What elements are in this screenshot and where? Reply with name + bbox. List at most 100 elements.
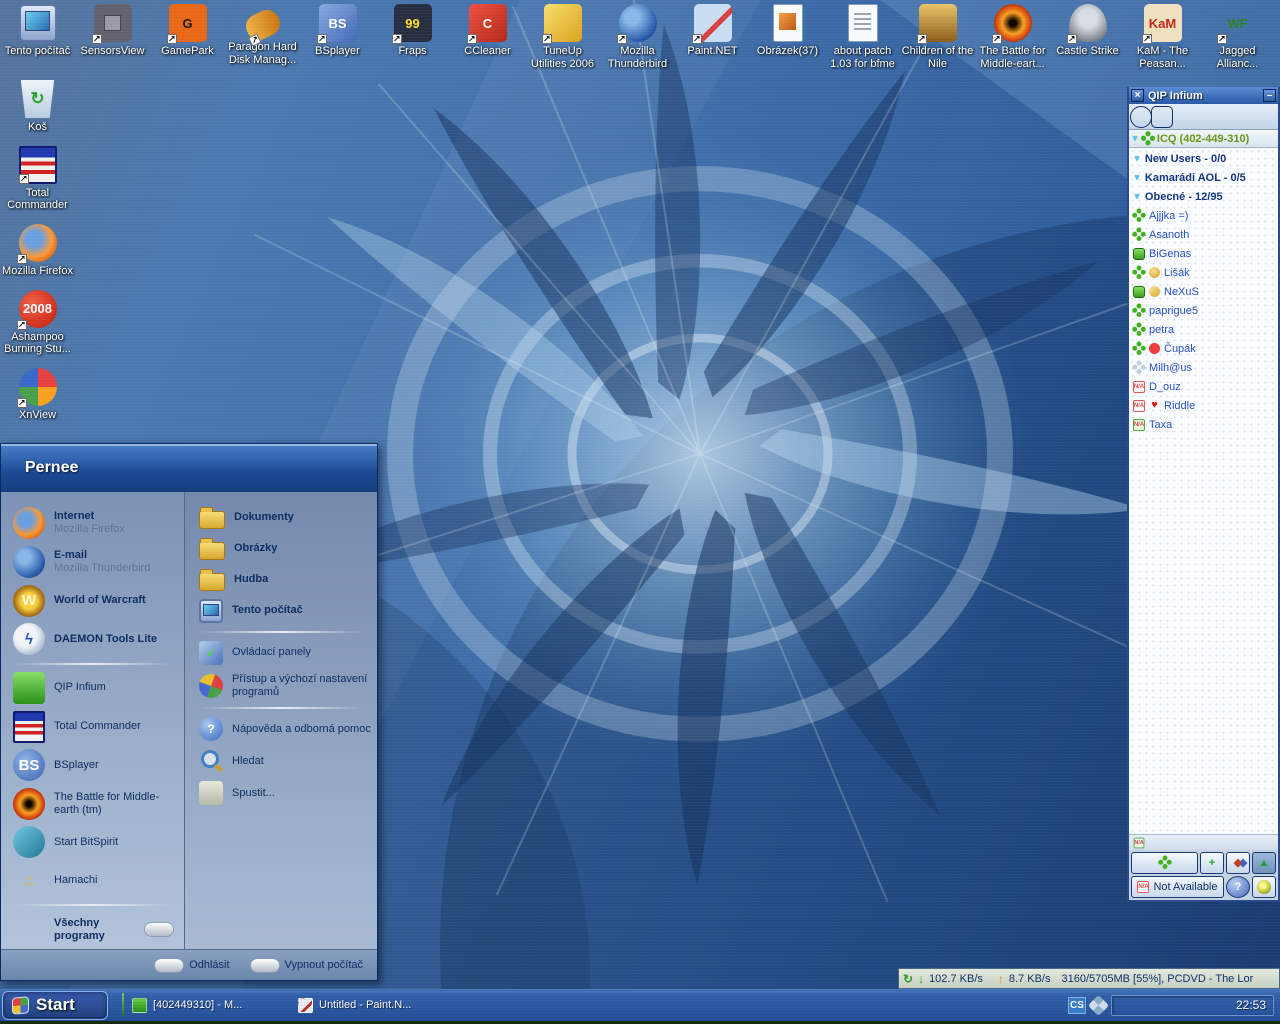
- desktop-icon[interactable]: G GamePark: [150, 4, 225, 70]
- desktop-icon[interactable]: SensorsView: [75, 4, 150, 70]
- start-menu-item[interactable]: The Battle for Middle-earth (tm): [1, 784, 184, 823]
- start-menu-item[interactable]: Všechny programy: [1, 910, 184, 949]
- start-menu-item[interactable]: Obrázky: [185, 533, 377, 564]
- qip-toolbar-icon[interactable]: [1216, 108, 1234, 126]
- tray-icon[interactable]: [1213, 998, 1228, 1013]
- desktop-icon[interactable]: The Battle for Middle-eart...: [975, 4, 1050, 70]
- start-menu-item[interactable]: W World of Warcraft: [1, 581, 184, 620]
- start-menu-item[interactable]: [199, 707, 363, 709]
- desktop-icon[interactable]: Children of the Nile: [900, 4, 975, 70]
- desktop-icon-label: Obrázek(37): [750, 45, 825, 58]
- qip-account-header[interactable]: ▼ ICQ (402-449-310): [1129, 130, 1278, 148]
- start-menu-item[interactable]: Tento počítač: [185, 595, 377, 627]
- desktop-icon[interactable]: XnView: [0, 368, 75, 422]
- upload-arrow-icon: ↑: [998, 973, 1004, 985]
- log-off-button[interactable]: Odhlásit: [154, 958, 229, 973]
- qip-contact-row[interactable]: ▼ Obecné - 12/95: [1129, 187, 1278, 206]
- tray-icon[interactable]: [1156, 998, 1171, 1013]
- start-menu-item[interactable]: ? Nápověda a odborná pomoc: [185, 713, 377, 745]
- hamachi-tray-icon[interactable]: [1088, 994, 1109, 1015]
- qip-contacts-button[interactable]: ◆: [1226, 852, 1250, 874]
- start-menu-item[interactable]: ϟ DAEMON Tools Lite: [1, 620, 184, 659]
- shut-down-button[interactable]: Vypnout počítač: [250, 958, 363, 973]
- start-menu-item[interactable]: QIP Infium: [1, 669, 184, 708]
- start-menu-item[interactable]: BS BSplayer: [1, 746, 184, 785]
- start-menu-item[interactable]: Total Commander: [1, 707, 184, 746]
- qip-contact-row[interactable]: Čupák: [1129, 339, 1278, 358]
- qip-contact-row[interactable]: Milh@us: [1129, 358, 1278, 377]
- shortcut-arrow-icon: [917, 34, 927, 44]
- taskbar-task-button[interactable]: Untitled - Paint.N...: [298, 998, 456, 1013]
- qip-contact-row[interactable]: Ajjjka =): [1129, 206, 1278, 225]
- qip-collapse-button[interactable]: ▲: [1252, 852, 1276, 874]
- qip-contact-row[interactable]: petra: [1129, 320, 1278, 339]
- start-menu-item[interactable]: ✓ Ovládací panely: [185, 637, 377, 669]
- qip-add-contact-button[interactable]: +: [1200, 852, 1224, 874]
- qip-toolbar-icon[interactable]: [1153, 108, 1171, 126]
- desktop-icon[interactable]: Mozilla Thunderbird: [600, 4, 675, 70]
- desktop-icon[interactable]: 99 Fraps: [375, 4, 450, 70]
- start-menu-item[interactable]: [15, 904, 170, 906]
- start-menu-item-label: Všechny programy: [54, 917, 135, 943]
- close-icon[interactable]: ×: [1131, 89, 1144, 102]
- desktop-icon[interactable]: Mozilla Firefox: [0, 224, 75, 278]
- desktop-icon[interactable]: 2008 Ashampoo Burning Stu...: [0, 290, 75, 356]
- start-button[interactable]: Start: [2, 991, 108, 1020]
- desktop-icon[interactable]: Paint.NET: [675, 4, 750, 70]
- desktop-icon[interactable]: BS BSplayer: [300, 4, 375, 70]
- qip-contact-row[interactable]: paprigue5: [1129, 301, 1278, 320]
- qip-toolbar-icon[interactable]: [1258, 108, 1276, 126]
- start-menu-item[interactable]: Start BitSpirit: [1, 823, 184, 862]
- desktop-icon[interactable]: about patch 1.03 for bfme: [825, 4, 900, 70]
- desktop-icon[interactable]: TuneUp Utilities 2006: [525, 4, 600, 70]
- tray-icon[interactable]: [1137, 998, 1152, 1013]
- qip-contact-row[interactable]: BiGenas: [1129, 244, 1278, 263]
- start-menu-item[interactable]: [15, 663, 170, 665]
- qip-toolbar-icon[interactable]: [1174, 108, 1192, 126]
- qip-contact-row[interactable]: N/A D_ouz: [1129, 377, 1278, 396]
- start-menu-item[interactable]: Hudba: [185, 564, 377, 595]
- qip-contact-row[interactable]: Lišák: [1129, 263, 1278, 282]
- qip-contact-row[interactable]: NeXuS: [1129, 282, 1278, 301]
- desktop-icon[interactable]: WF Jagged Allianc...: [1200, 4, 1275, 70]
- all-programs-arrow-button[interactable]: [144, 922, 174, 937]
- desktop-icon[interactable]: KaM KaM - The Peasan...: [1125, 4, 1200, 70]
- start-menu-item[interactable]: E-mail Mozilla Thunderbird: [1, 543, 184, 582]
- start-menu-item[interactable]: Internet Mozilla Firefox: [1, 504, 184, 543]
- desktop-icon[interactable]: C CCleaner: [450, 4, 525, 70]
- desktop-icon[interactable]: Paragon Hard Disk Manag...: [225, 4, 300, 70]
- desktop-icon[interactable]: Tento počítač: [0, 4, 75, 70]
- start-menu-item[interactable]: Dokumenty: [185, 502, 377, 533]
- desktop-icon[interactable]: Total Commander: [0, 146, 75, 212]
- tray-icon[interactable]: [1118, 998, 1133, 1013]
- qip-contact-row[interactable]: N/A ♥ Riddle: [1129, 396, 1278, 415]
- tray-icon[interactable]: [1194, 998, 1209, 1013]
- minimize-icon[interactable]: –: [1263, 89, 1276, 102]
- start-menu-item[interactable]: Přístup a výchozí nastavení programů: [185, 669, 377, 703]
- desktop-icon[interactable]: ↻ Koš: [0, 80, 75, 134]
- start-menu-item[interactable]: [199, 631, 363, 633]
- taskbar-task-button[interactable]: [402449310] - M...: [132, 998, 290, 1013]
- qip-contact-row[interactable]: N/A Taxa: [1129, 415, 1278, 434]
- qip-contact-row[interactable]: Asanoth: [1129, 225, 1278, 244]
- start-menu-item[interactable]: Spustit...: [185, 777, 377, 809]
- qip-eye-button[interactable]: [1252, 876, 1276, 898]
- qip-help-button[interactable]: ?: [1226, 876, 1250, 898]
- qip-toolbar-icon[interactable]: [1132, 108, 1150, 126]
- start-menu-item[interactable]: Hledat: [185, 745, 377, 777]
- qip-toolbar-icon[interactable]: [1195, 108, 1213, 126]
- qip-quick-status-button[interactable]: [1131, 852, 1198, 874]
- desktop-icon[interactable]: Obrázek(37): [750, 4, 825, 70]
- qip-contact-row[interactable]: ▼ Kamarádi AOL - 0/5: [1129, 168, 1278, 187]
- qip-contact-row[interactable]: ▼ New Users - 0/0: [1129, 149, 1278, 168]
- system-tray: CS 22:53: [1068, 995, 1280, 1016]
- tray-icon[interactable]: [1175, 998, 1190, 1013]
- start-menu-item[interactable]: ∴ Hamachi: [1, 862, 184, 901]
- desktop-icon[interactable]: Castle Strike: [1050, 4, 1125, 70]
- contact-extra-icon: ♥: [1149, 400, 1160, 411]
- qip-status-selector-button[interactable]: N/A Not Available: [1131, 876, 1224, 898]
- start-menu-item-sublabel: Mozilla Thunderbird: [54, 562, 150, 575]
- transfer-status-window: ↻ ↓ 102.7 KB/s ↑ 8.7 KB/s 3160/5705MB [5…: [898, 968, 1280, 989]
- language-indicator[interactable]: CS: [1068, 997, 1086, 1014]
- qip-toolbar-icon[interactable]: [1237, 108, 1255, 126]
